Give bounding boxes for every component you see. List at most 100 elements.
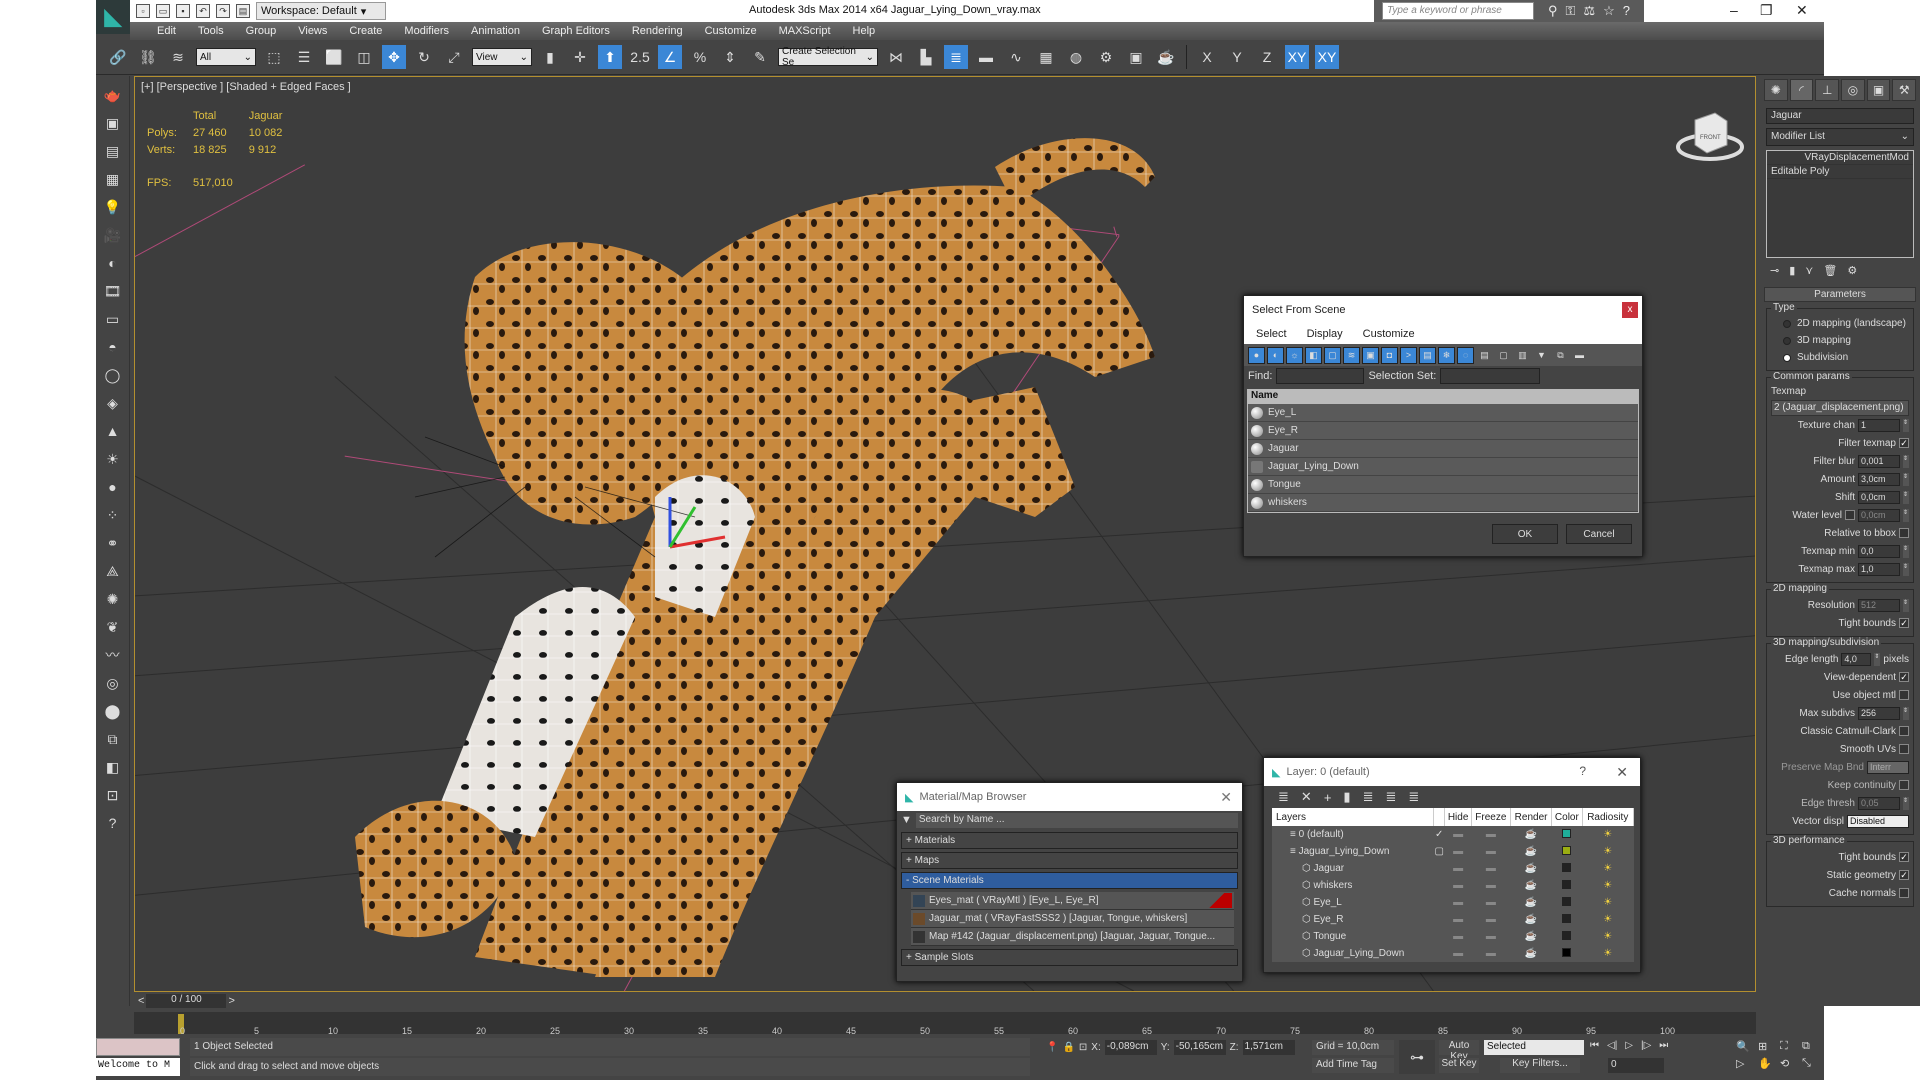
plane-light-icon[interactable]: ▭: [102, 308, 124, 330]
zoom-extents-all-icon[interactable]: ⧉: [1802, 1040, 1820, 1053]
current-layer-toggle[interactable]: [1433, 928, 1445, 945]
angle-snap-icon[interactable]: ∠: [658, 45, 682, 69]
radiosity-icon[interactable]: ☀: [1582, 928, 1634, 945]
relative-bbox-checkbox[interactable]: [1899, 528, 1909, 538]
column-header[interactable]: Hide: [1444, 808, 1472, 826]
frozen-filter-icon[interactable]: ❄: [1438, 346, 1455, 364]
select-object-icon[interactable]: ⬚: [262, 45, 286, 69]
menu-graph-editors[interactable]: Graph Editors: [531, 25, 621, 37]
section-scene-materials[interactable]: - Scene Materials: [901, 872, 1238, 889]
pivot-center-icon[interactable]: ▮: [538, 45, 562, 69]
render-toggle-icon[interactable]: ☕: [1510, 826, 1552, 843]
select-rotate-icon[interactable]: ↻: [412, 45, 436, 69]
max-subdivs-field[interactable]: 256: [1858, 706, 1900, 720]
edge-length-field[interactable]: 4,0: [1841, 652, 1872, 666]
video-camera-icon[interactable]: 🎞: [102, 280, 124, 302]
layer-manager-icon[interactable]: ≣: [944, 45, 968, 69]
search-by-name-input[interactable]: Search by Name ...: [915, 812, 1238, 828]
sun-icon[interactable]: ☀: [102, 448, 124, 470]
schematic-view-icon[interactable]: ▦: [1034, 45, 1058, 69]
hide-toggle[interactable]: ▬: [1444, 911, 1472, 928]
column-header[interactable]: Layers: [1272, 808, 1434, 826]
next-key-icon[interactable]: |▷: [1641, 1040, 1651, 1051]
current-layer-toggle[interactable]: [1433, 911, 1445, 928]
cache-normals-checkbox[interactable]: [1899, 888, 1909, 898]
filter-blur-field[interactable]: 0,001: [1858, 454, 1900, 468]
hide-toggle[interactable]: ▬: [1444, 843, 1472, 860]
close-icon[interactable]: ✕: [1616, 764, 1628, 781]
restore-icon[interactable]: ❐: [1760, 2, 1773, 19]
absolute-mode-icon[interactable]: ⊡: [1079, 1042, 1087, 1053]
current-layer-toggle[interactable]: [1433, 877, 1445, 894]
help-icon[interactable]: ?: [102, 812, 124, 834]
viewcube[interactable]: FRONT: [1675, 105, 1745, 165]
freeze-toggle[interactable]: ▬: [1471, 894, 1511, 911]
xrefs-filter-icon[interactable]: ◘: [1381, 346, 1398, 364]
menu-animation[interactable]: Animation: [460, 25, 531, 37]
freeze-toggle[interactable]: ▬: [1471, 911, 1511, 928]
menu-rendering[interactable]: Rendering: [621, 25, 694, 37]
tight-bounds-checkbox[interactable]: ✓: [1899, 618, 1909, 628]
menu-tools[interactable]: Tools: [187, 25, 235, 37]
ies-light-icon[interactable]: ◈: [102, 392, 124, 414]
current-layer-toggle[interactable]: [1433, 860, 1445, 877]
edit-named-selection-icon[interactable]: ✎: [748, 45, 772, 69]
highlight-layer-icon[interactable]: ≣: [1363, 789, 1374, 805]
exchange-icon[interactable]: ⚖: [1583, 3, 1595, 19]
hide-unhide-all-icon[interactable]: ≣: [1385, 789, 1396, 805]
lights-filter-icon[interactable]: ☼: [1286, 346, 1303, 364]
frame-buffer-icon[interactable]: ⊡: [102, 784, 124, 806]
window-crossing-icon[interactable]: ◫: [352, 45, 376, 69]
key-filters-button[interactable]: Key Filters...: [1500, 1058, 1580, 1073]
keyboard-shortcut-override-icon[interactable]: ⬆: [598, 45, 622, 69]
viewport-label[interactable]: [+] [Perspective ] [Shaded + Edged Faces…: [141, 81, 351, 93]
list-item[interactable]: Jaguar_Lying_Down: [1248, 458, 1638, 476]
layer-color-swatch[interactable]: [1551, 928, 1583, 945]
find-input[interactable]: [1276, 368, 1365, 384]
select-invert-icon[interactable]: ▥: [1514, 346, 1531, 364]
hide-toggle[interactable]: ▬: [1444, 860, 1472, 877]
rendered-frame-icon[interactable]: ▣: [1124, 45, 1148, 69]
menu-help[interactable]: Help: [842, 25, 887, 37]
create-layer-icon[interactable]: ≣: [1278, 789, 1289, 805]
reference-coord-dropdown[interactable]: View ⌄: [472, 48, 532, 66]
hierarchy-icon[interactable]: ⊥: [1815, 79, 1840, 101]
x-coordinate-field[interactable]: -0,089cm: [1104, 1040, 1157, 1055]
layer-row[interactable]: ⬡ whiskers ▬ ▬ ☕ ☀: [1272, 877, 1634, 894]
pan-icon[interactable]: ✋: [1758, 1057, 1776, 1070]
spinner-icon[interactable]: ⇕: [1903, 796, 1909, 810]
keep-continuity-checkbox[interactable]: [1899, 780, 1909, 790]
render-setup-icon[interactable]: ⚙: [1094, 45, 1118, 69]
spinner-icon[interactable]: ⇕: [1903, 472, 1909, 486]
select-by-name-icon[interactable]: ☰: [292, 45, 316, 69]
render-toggle-icon[interactable]: ☕: [1510, 843, 1552, 860]
select-scale-icon[interactable]: ⤢: [442, 45, 466, 69]
current-layer-toggle[interactable]: ▢: [1433, 843, 1445, 860]
options-icon[interactable]: ▬: [1571, 346, 1588, 364]
section-maps[interactable]: + Maps: [901, 852, 1238, 869]
texture-chan-field[interactable]: 1: [1858, 418, 1900, 432]
layer-name[interactable]: ⬡ Jaguar_Lying_Down: [1272, 945, 1434, 962]
align-icon[interactable]: ▙: [914, 45, 938, 69]
layer-color-swatch[interactable]: [1551, 894, 1583, 911]
radiosity-icon[interactable]: ☀: [1582, 877, 1634, 894]
cameras-filter-icon[interactable]: ◧: [1305, 346, 1322, 364]
prev-frame-icon[interactable]: <: [138, 995, 144, 1007]
catmull-checkbox[interactable]: [1899, 726, 1909, 736]
zoom-all-icon[interactable]: ⊞: [1758, 1040, 1776, 1053]
z-coordinate-field[interactable]: 1,571cm: [1242, 1040, 1295, 1055]
spinner-snap-icon[interactable]: ⇕: [718, 45, 742, 69]
material-item[interactable]: Jaguar_mat ( VRayFastSSS2 ) [Jaguar, Ton…: [911, 910, 1234, 928]
list-item[interactable]: Jaguar: [1248, 440, 1638, 458]
spinner-icon[interactable]: ⇕: [1903, 418, 1909, 432]
use-object-mtl-checkbox[interactable]: [1899, 690, 1909, 700]
material-editor-icon[interactable]: ◍: [1064, 45, 1088, 69]
selection-set-dropdown[interactable]: [1440, 368, 1541, 384]
dialog-title-bar[interactable]: ◣ Layer: 0 (default)? ✕: [1264, 758, 1640, 786]
motion-icon[interactable]: ◎: [1841, 79, 1865, 101]
track-view-icon[interactable]: ▦: [102, 168, 124, 190]
selection-filter-dropdown[interactable]: All ⌄: [196, 48, 256, 66]
water-level-field[interactable]: 0,0cm: [1858, 508, 1900, 522]
radiosity-icon[interactable]: ☀: [1582, 843, 1634, 860]
radio-subdivision[interactable]: Subdivision: [1771, 349, 1909, 366]
